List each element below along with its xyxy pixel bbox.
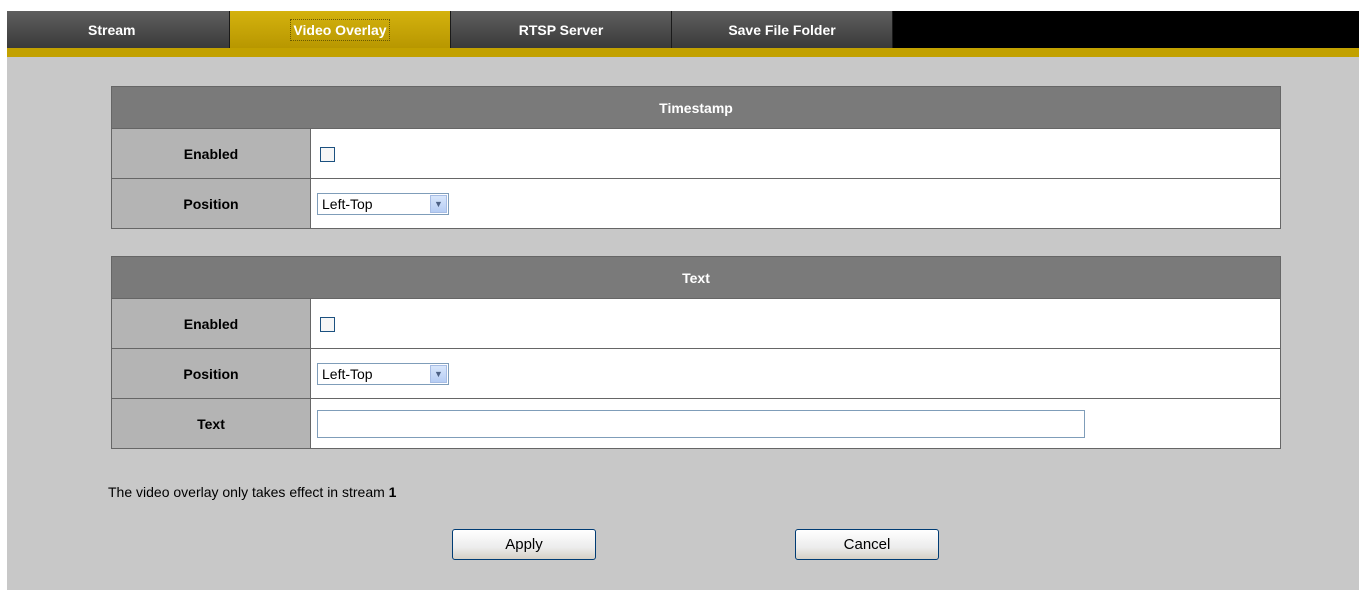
timestamp-table: Timestamp Enabled Position Left-Top ▼ [111,86,1281,229]
stream-note-text: The video overlay only takes effect in s… [108,484,389,500]
tab-label: Save File Folder [728,21,836,38]
text-position-select[interactable]: Left-Top ▼ [317,362,449,385]
tab-save-file-folder[interactable]: Save File Folder [672,11,893,48]
tab-bar: Stream Video Overlay RTSP Server Save Fi… [7,11,1359,48]
select-value: Left-Top [322,365,373,382]
chevron-down-icon[interactable]: ▼ [430,194,447,213]
text-position-label: Position [111,348,311,399]
chevron-down-icon[interactable]: ▼ [430,364,447,383]
cancel-button[interactable]: Cancel [795,529,939,560]
tab-video-overlay[interactable]: Video Overlay [230,11,451,48]
stream-number: 1 [388,484,397,500]
text-header: Text [111,256,1281,299]
text-enabled-label: Enabled [111,298,311,349]
tab-label: Stream [88,21,136,38]
timestamp-enabled-checkbox[interactable] [320,146,335,162]
text-enabled-checkbox[interactable] [320,316,335,332]
tab-stream[interactable]: Stream [7,11,230,48]
settings-panel: Timestamp Enabled Position Left-Top ▼ Te… [7,57,1359,590]
text-text-label: Text [111,398,311,449]
tab-rtsp-server[interactable]: RTSP Server [451,11,672,48]
stream-note: The video overlay only takes effect in s… [108,484,396,500]
timestamp-position-select[interactable]: Left-Top ▼ [317,192,449,215]
select-value: Left-Top [322,195,373,212]
tab-label: RTSP Server [518,21,604,38]
timestamp-position-label: Position [111,178,311,229]
apply-button[interactable]: Apply [452,529,596,560]
tab-label: Video Overlay [290,18,390,41]
tab-accent-bar [7,48,1359,57]
text-table: Text Enabled Position Left-Top ▼ Text [111,256,1281,449]
timestamp-header: Timestamp [111,86,1281,129]
overlay-text-input[interactable] [317,409,1085,438]
timestamp-enabled-label: Enabled [111,128,311,179]
